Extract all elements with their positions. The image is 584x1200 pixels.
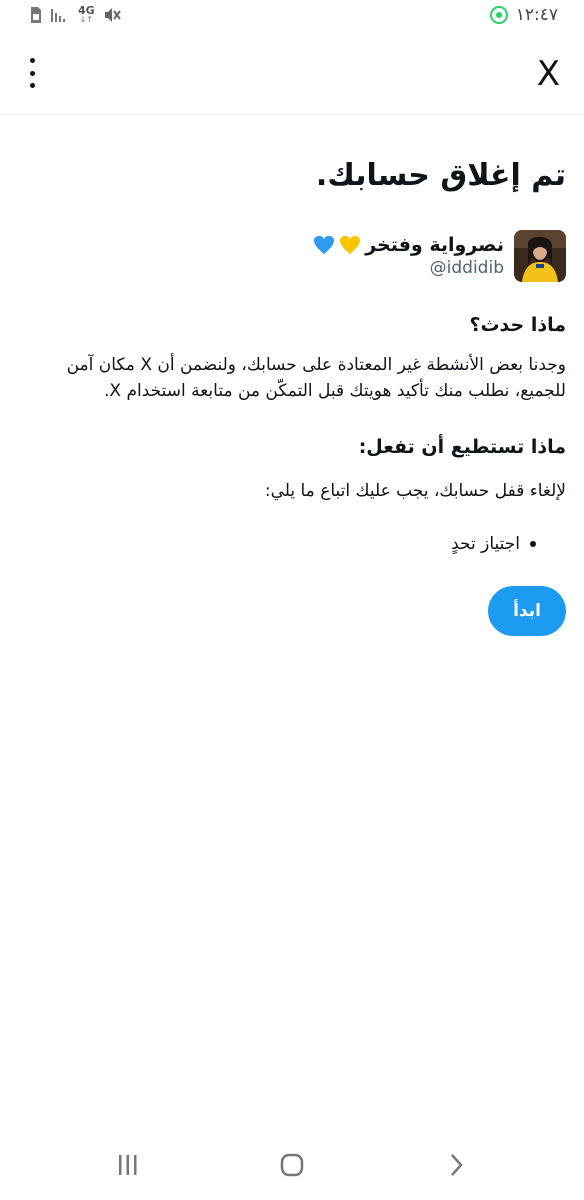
yellow-heart-icon xyxy=(340,235,361,255)
what-to-do-body: لإلغاء قفل حسابك، يجب عليك اتباع ما يلي: xyxy=(264,481,566,501)
back-icon[interactable] xyxy=(436,1150,476,1180)
more-vertical-icon[interactable] xyxy=(20,58,44,88)
status-right: ١٢:٤٧ xyxy=(489,5,558,25)
what-happened-body: وجدنا بعض الأنشطة غير المعتادة على حسابك… xyxy=(66,355,566,401)
home-icon[interactable] xyxy=(272,1150,312,1180)
sim-icon xyxy=(31,7,41,23)
steps-list: اجتياز تحدٍ xyxy=(451,534,536,554)
account-name-row: نصرواية وفتخر xyxy=(313,234,504,256)
app-header: X xyxy=(0,34,584,115)
account-info: نصرواية وفتخر @iddidib xyxy=(313,234,504,278)
what-to-do-heading: ماذا تستطيع أن تفعل: xyxy=(358,436,566,458)
account-name: نصرواية وفتخر xyxy=(365,234,504,256)
what-happened-heading: ماذا حدث؟ xyxy=(469,314,566,336)
status-bar: 4G ↓↑ ١٢:٤٧ xyxy=(0,0,584,34)
account-handle: @iddidib xyxy=(429,258,504,278)
signal-icon xyxy=(51,9,65,22)
whatsapp-icon xyxy=(489,6,508,24)
blue-heart-icon xyxy=(314,235,335,255)
status-left-icons: 4G ↓↑ xyxy=(30,4,121,24)
bullet-icon xyxy=(530,541,536,547)
page-title: تم إغلاق حسابك. xyxy=(315,158,566,193)
recent-apps-icon[interactable] xyxy=(108,1150,148,1180)
system-nav-bar xyxy=(0,1130,584,1200)
mute-icon xyxy=(104,8,121,22)
account-row: نصرواية وفتخر @iddidib xyxy=(313,230,566,282)
step-label: اجتياز تحدٍ xyxy=(451,534,520,554)
network-4g-icon: 4G ↓↑ xyxy=(78,4,95,24)
avatar xyxy=(514,230,566,282)
status-time: ١٢:٤٧ xyxy=(515,5,558,25)
list-item: اجتياز تحدٍ xyxy=(451,534,536,554)
x-logo: X xyxy=(536,54,560,94)
start-button[interactable]: ابدأ xyxy=(488,586,566,636)
